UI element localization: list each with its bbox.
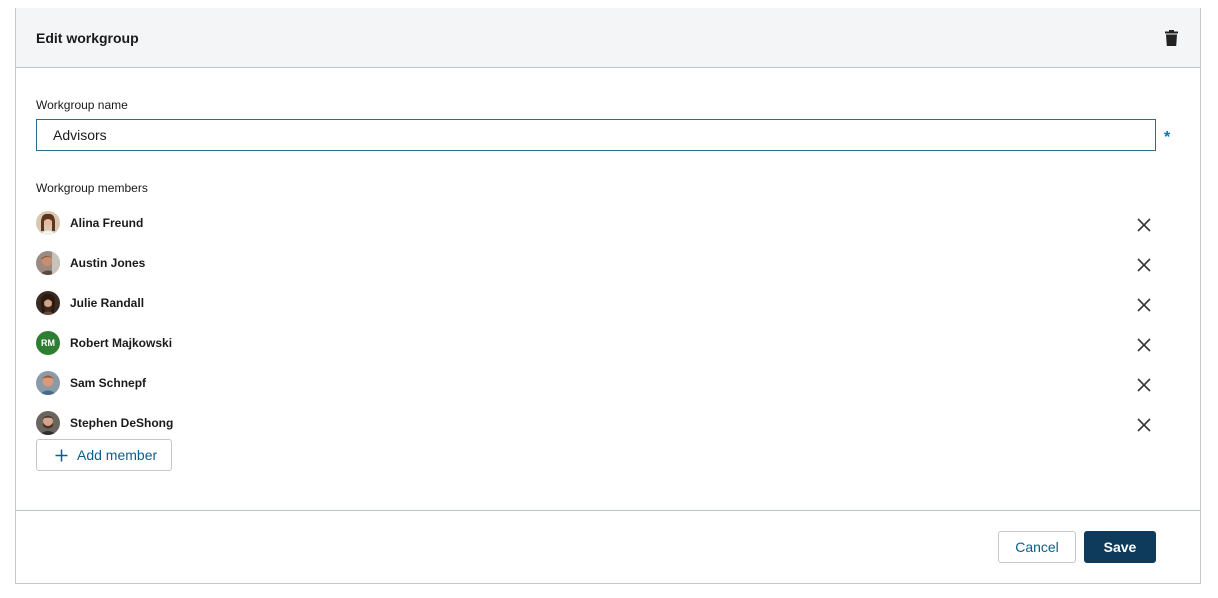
avatar xyxy=(36,211,60,235)
avatar xyxy=(36,371,60,395)
avatar-initials: RM xyxy=(36,331,60,355)
panel-footer: Cancel Save xyxy=(16,510,1200,583)
member-name: Sam Schnepf xyxy=(70,376,147,390)
remove-member-button[interactable] xyxy=(1134,375,1154,395)
member-row: Julie Randall xyxy=(36,291,1180,331)
member-row: Alina Freund xyxy=(36,211,1180,251)
workgroup-name-label: Workgroup name xyxy=(36,98,128,112)
avatar xyxy=(36,291,60,315)
close-icon xyxy=(1137,418,1151,432)
remove-member-button[interactable] xyxy=(1134,215,1154,235)
form-body: Workgroup name * Workgroup members Alina… xyxy=(16,68,1200,510)
member-name: Robert Majkowski xyxy=(70,336,173,350)
member-row: Sam Schnepf xyxy=(36,371,1180,411)
remove-member-button[interactable] xyxy=(1134,415,1154,435)
member-name: Stephen DeShong xyxy=(70,416,174,430)
panel-title: Edit workgroup xyxy=(36,29,139,46)
avatar xyxy=(36,411,60,435)
member-name: Austin Jones xyxy=(70,256,146,270)
close-icon xyxy=(1137,258,1151,272)
remove-member-button[interactable] xyxy=(1134,295,1154,315)
save-button[interactable]: Save xyxy=(1084,531,1156,563)
required-indicator: * xyxy=(1164,129,1171,146)
workgroup-members-label: Workgroup members xyxy=(36,181,148,195)
delete-workgroup-button[interactable] xyxy=(1162,28,1180,48)
member-list: Alina Freund Austin Jones Julie Randall … xyxy=(36,211,1180,451)
edit-workgroup-panel: Edit workgroup Workgroup name * Workgrou… xyxy=(15,8,1201,584)
cancel-button[interactable]: Cancel xyxy=(998,531,1076,563)
trash-icon xyxy=(1164,29,1178,46)
close-icon xyxy=(1137,218,1151,232)
close-icon xyxy=(1137,338,1151,352)
member-row: Austin Jones xyxy=(36,251,1180,291)
remove-member-button[interactable] xyxy=(1134,255,1154,275)
member-row: Stephen DeShong xyxy=(36,411,1180,451)
member-row: RM Robert Majkowski xyxy=(36,331,1180,371)
member-name: Julie Randall xyxy=(70,296,145,310)
remove-member-button[interactable] xyxy=(1134,335,1154,355)
member-name: Alina Freund xyxy=(70,216,144,230)
close-icon xyxy=(1137,298,1151,312)
panel-header: Edit workgroup xyxy=(16,8,1200,68)
workgroup-name-input[interactable] xyxy=(36,119,1156,151)
avatar xyxy=(36,251,60,275)
close-icon xyxy=(1137,378,1151,392)
